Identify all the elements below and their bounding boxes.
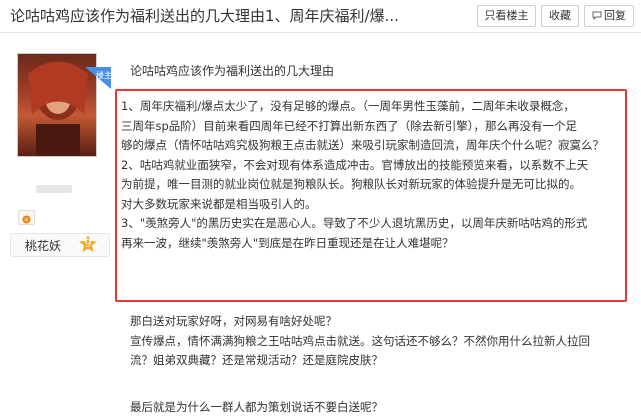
level-name: 桃花妖 (25, 239, 62, 253)
text-line: 三周年sp品阶）目前来看四周年已经不打算出新东西了（除去新引擎），那么再没有一个… (121, 118, 578, 133)
paragraph-benefits: 那白送对玩家好呀，对网易有啥好处呢？ 宣传爆点，情怀满满狗粮之王咕咕鸡点击就送。… (130, 312, 625, 371)
text-line: 最后就是为什么一群人都为策划说话不要白送呢？ (130, 400, 383, 414)
highlighted-text: 1、周年庆福利/爆点太少了，没有足够的爆点。（一周年男性玉藻前，二周年未收录概念… (121, 97, 626, 253)
text-line: 为前提，唯一目测的就业岗位就是狗粮队长。狗粮队长对新玩家的体验提升是无可比拟的。 (121, 177, 581, 191)
avatar[interactable] (17, 53, 97, 157)
text-line: 再来一波，继续"羡煞旁人"到底是在昨日重现还是在让人难堪呢？ (121, 235, 454, 250)
post-subtitle: 论咕咕鸡应该作为福利送出的几大理由 (130, 64, 335, 78)
text-line: 流？姐弟双典藏？还是常规活动？还是庭院皮肤？ (130, 353, 383, 367)
favorite-button[interactable]: 收藏 (541, 5, 579, 27)
level-badge: 桃花妖 9 (10, 233, 110, 257)
text-line: 那白送对玩家好呀，对网易有啥好处呢？ (130, 314, 337, 328)
text-line: 够的爆点（情怀咕咕鸡究极狗粮王点击就送）来吸引玩家制造回流，周年庆个什么呢？寂寞… (121, 138, 604, 152)
username-blurred (36, 185, 72, 193)
text-line: 对大多数玩家来说都是相当吸引人的。 (121, 196, 317, 211)
text-line: 2、咕咕鸡就业面狭窄，不会对现有体系造成冲击。官博放出的技能预览来看，以系数不上… (121, 157, 589, 172)
post-title: 论咕咕鸡应该作为福利送出的几大理由1、周年庆福利/爆... (10, 7, 399, 25)
reply-button[interactable]: 回复 (584, 5, 634, 27)
medal-icon (18, 210, 35, 225)
text-line: 3、"羡煞旁人"的黑历史实在是恶心人。导致了不少人退坑黑历史，以周年庆新咕咕鸡的… (121, 216, 588, 230)
post-header: 论咕咕鸡应该作为福利送出的几大理由1、周年庆福利/爆... 只看楼主 收藏 回复 (0, 0, 641, 33)
reply-button-label: 回复 (604, 9, 626, 22)
op-badge-label: 楼主 (96, 71, 112, 80)
text-line: 宣传爆点，情怀满满狗粮之王咕咕鸡点击就送。这句话还不够么？不然你用什么拉新人拉回 (130, 333, 590, 348)
paragraph-final: 最后就是为什么一群人都为策划说话不要白送呢？ (130, 398, 625, 418)
avatar-image (28, 61, 88, 156)
text-line: 1、周年庆福利/爆点太少了，没有足够的爆点。（一周年男性玉藻前，二周年未收录概念… (121, 99, 575, 113)
only-op-button[interactable]: 只看楼主 (477, 5, 536, 27)
author-sidebar: 楼主 桃花妖 9 (0, 33, 113, 418)
level-number: 9 (84, 237, 92, 250)
reply-icon (592, 11, 602, 20)
